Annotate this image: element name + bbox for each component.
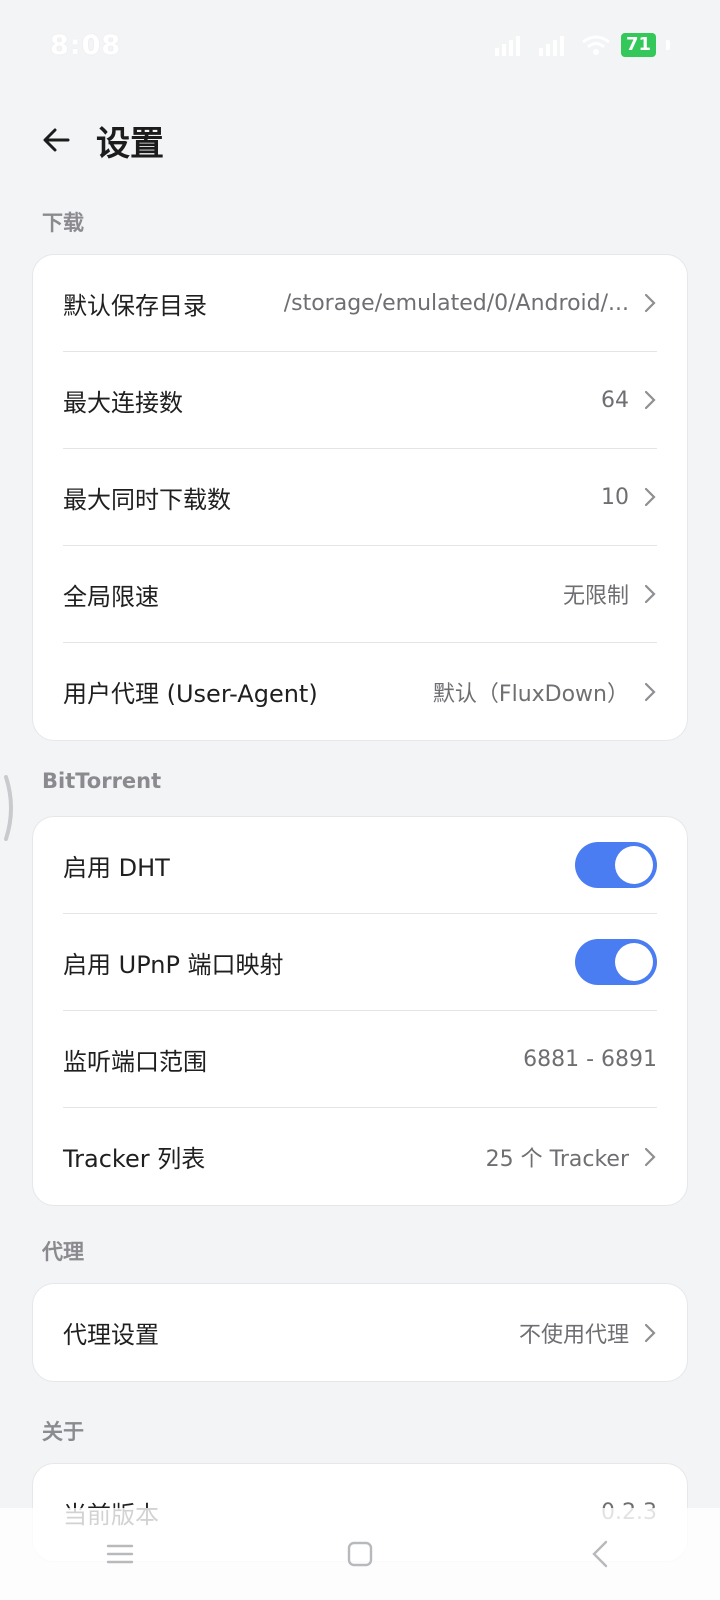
row-value: /storage/emulated/0/Android/... [283,290,629,316]
row-label: 代理设置 [63,1321,159,1349]
row-enable-upnp: 启用 UPnP 端口映射 [63,914,657,1011]
row-value: 不使用代理 [518,1322,629,1348]
status-bar: 8:08 71 [0,0,720,90]
row-label: 启用 DHT [63,853,170,882]
row-label: 用户代理 (User-Agent) [63,680,318,708]
section-label-about: 关于 [42,1420,84,1444]
status-time: 8:08 [50,29,122,61]
row-max-simultaneous-downloads[interactable]: 最大同时下载数 10 [63,449,657,546]
chevron-right-icon [644,682,656,701]
chevron-right-icon [644,584,656,604]
chevron-right-icon [644,293,656,313]
home-square-icon [347,1541,373,1567]
signal-icon [494,36,520,56]
row-max-connections[interactable]: 最大连接数 64 [63,352,657,449]
system-nav-bar [0,1508,720,1600]
row-tracker-list[interactable]: Tracker 列表 25 个 Tracker [63,1108,657,1205]
row-value: 6881 - 6891 [523,1046,657,1072]
wifi-icon [582,35,610,55]
bittorrent-settings-card: 启用 DHT 启用 UPnP 端口映射 监听端口范围 6881 - 6891 T… [32,816,688,1206]
chevron-right-icon [644,1147,656,1166]
row-enable-dht: 启用 DHT [63,817,657,914]
page-title: 设置 [96,123,164,164]
section-label-download: 下载 [42,211,84,235]
row-value: 默认（FluxDown） [432,681,629,707]
row-label: Tracker 列表 [63,1145,206,1173]
chevron-right-icon [644,487,656,507]
arrow-left-icon [43,128,70,152]
back-button[interactable] [36,120,76,160]
row-label: 监听端口范围 [63,1047,207,1076]
section-label-proxy: 代理 [42,1240,84,1264]
proxy-settings-card: 代理设置 不使用代理 [32,1283,688,1382]
row-value: 64 [601,387,629,413]
home-button[interactable] [330,1524,390,1584]
chevron-right-icon [644,1323,656,1342]
battery-icon: 71 [620,33,656,57]
upnp-toggle[interactable] [575,939,657,985]
chevron-right-icon [644,390,656,410]
menu-icon [106,1544,134,1564]
row-label: 最大同时下载数 [63,485,231,514]
row-label: 全局限速 [63,582,159,611]
row-label: 默认保存目录 [63,291,207,320]
row-value: 无限制 [562,584,629,609]
row-listen-port-range[interactable]: 监听端口范围 6881 - 6891 [63,1011,657,1108]
recent-apps-button[interactable] [90,1524,150,1584]
edge-gesture-handle[interactable] [2,775,16,841]
row-user-agent[interactable]: 用户代理 (User-Agent) 默认（FluxDown） [63,643,657,740]
download-settings-card: 默认保存目录 /storage/emulated/0/Android/... 最… [32,254,688,741]
row-global-speed-limit[interactable]: 全局限速 无限制 [63,546,657,643]
battery-tip [666,40,670,50]
dht-toggle[interactable] [575,842,657,888]
signal-icon [538,36,564,56]
row-label: 最大连接数 [63,388,183,417]
section-label-bittorrent: BitTorrent [42,769,162,793]
toggle-knob [615,943,653,981]
row-value: 10 [601,484,629,510]
back-chevron-icon [592,1540,608,1568]
row-default-save-dir[interactable]: 默认保存目录 /storage/emulated/0/Android/... [63,255,657,352]
row-proxy-settings[interactable]: 代理设置 不使用代理 [63,1284,657,1381]
row-value: 25 个 Tracker [485,1146,629,1172]
app-header: 设置 [0,95,720,185]
status-icons: 71 [493,33,670,57]
toggle-knob [615,846,653,884]
nav-back-button[interactable] [570,1524,630,1584]
row-label: 启用 UPnP 端口映射 [63,950,284,979]
